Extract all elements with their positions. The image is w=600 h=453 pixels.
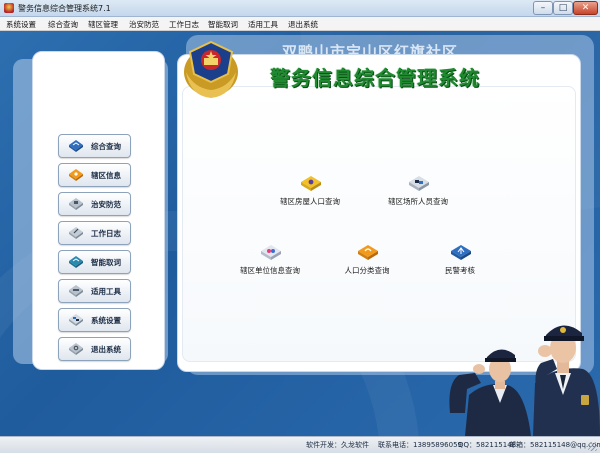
func-unit-info-query[interactable]: 辖区单位信息查询 xyxy=(215,245,325,285)
func-label: 辖区单位信息查询 xyxy=(240,266,300,275)
sidebar-item-label: 治安防范 xyxy=(91,200,121,209)
sidebar-item-exit[interactable]: 退出系统 xyxy=(58,337,131,361)
func-venue-personnel-query[interactable]: 辖区场所人员查询 xyxy=(363,176,473,216)
sidebar-item-public-security[interactable]: 治安防范 xyxy=(58,192,131,216)
sidebar-item-work-log[interactable]: 工作日志 xyxy=(58,221,131,245)
diamond-yellow-icon xyxy=(301,176,321,191)
police-badge-icon xyxy=(184,40,238,98)
func-house-population-query[interactable]: 辖区房屋人口查询 xyxy=(255,176,365,216)
menu-general-query[interactable]: 综合查询 xyxy=(48,19,78,30)
diamond-blue-icon xyxy=(451,245,471,260)
menu-work-log[interactable]: 工作日志 xyxy=(169,19,199,30)
func-police-assessment[interactable]: 民警考核 xyxy=(405,245,515,285)
minimize-button[interactable]: – xyxy=(533,1,553,15)
menu-public-security[interactable]: 治安防范 xyxy=(129,19,159,30)
sidebar-item-label: 适用工具 xyxy=(91,287,121,296)
phone-text: 联系电话：13895896059 xyxy=(378,441,462,449)
menu-tools[interactable]: 适用工具 xyxy=(248,19,278,30)
func-label: 民警考核 xyxy=(445,266,475,275)
diamond-orange-icon xyxy=(358,245,378,260)
title-bar: 警务信息综合管理系统7.1 – □ ✕ xyxy=(0,0,600,17)
police-officers-illustration xyxy=(449,325,600,436)
menu-district-management[interactable]: 辖区管理 xyxy=(88,19,118,30)
menu-system-settings[interactable]: 系统设置 xyxy=(6,19,36,30)
window-title: 警务信息综合管理系统7.1 xyxy=(18,4,111,13)
sidebar-item-label: 智能取词 xyxy=(91,258,121,267)
sidebar-item-smart-capture[interactable]: 智能取词 xyxy=(58,250,131,274)
sidebar-item-system-settings[interactable]: 系统设置 xyxy=(58,308,131,332)
sidebar-item-label: 系统设置 xyxy=(91,316,121,325)
diamond-blue-gray-icon xyxy=(69,314,83,326)
diamond-orange-icon xyxy=(69,169,83,181)
app-icon xyxy=(4,3,14,13)
menu-smart-capture[interactable]: 智能取词 xyxy=(208,19,238,30)
sidebar-item-label: 辖区信息 xyxy=(91,171,121,180)
func-label: 辖区场所人员查询 xyxy=(388,197,448,206)
func-label: 辖区房屋人口查询 xyxy=(280,197,340,206)
diamond-gray-icon xyxy=(69,198,83,210)
status-bar: 软件开发：久龙软件 联系电话：13895896059 QQ：582115148 … xyxy=(0,436,600,453)
diamond-blue-icon xyxy=(69,140,83,152)
sidebar-item-label: 退出系统 xyxy=(91,345,121,354)
qq-text: QQ：582115148 xyxy=(458,441,517,449)
diamond-teal-icon xyxy=(69,256,83,268)
sidebar-item-general-query[interactable]: 综合查询 xyxy=(58,134,131,158)
menu-bar: 系统设置 综合查询 辖区管理 治安防范 工作日志 智能取词 适用工具 退出系统 xyxy=(0,17,600,31)
developer-text: 软件开发：久龙软件 xyxy=(306,441,369,449)
resize-grip[interactable] xyxy=(588,442,597,451)
sidebar-item-label: 工作日志 xyxy=(91,229,121,238)
system-title: 警务信息综合管理系统 xyxy=(270,66,480,90)
diamond-gray-icon xyxy=(69,285,83,297)
menu-exit[interactable]: 退出系统 xyxy=(288,19,318,30)
diamond-pink-icon xyxy=(261,245,281,260)
close-button[interactable]: ✕ xyxy=(573,1,598,15)
diamond-gray-icon xyxy=(409,176,429,191)
email-text: 邮箱：582115148@qq.com xyxy=(509,441,600,449)
diamond-gray-icon xyxy=(69,343,83,355)
sidebar-item-district-info[interactable]: 辖区信息 xyxy=(58,163,131,187)
maximize-button[interactable]: □ xyxy=(553,1,573,15)
diamond-gray-icon xyxy=(69,227,83,239)
sidebar-item-label: 综合查询 xyxy=(91,142,121,151)
sidebar-item-tools[interactable]: 适用工具 xyxy=(58,279,131,303)
